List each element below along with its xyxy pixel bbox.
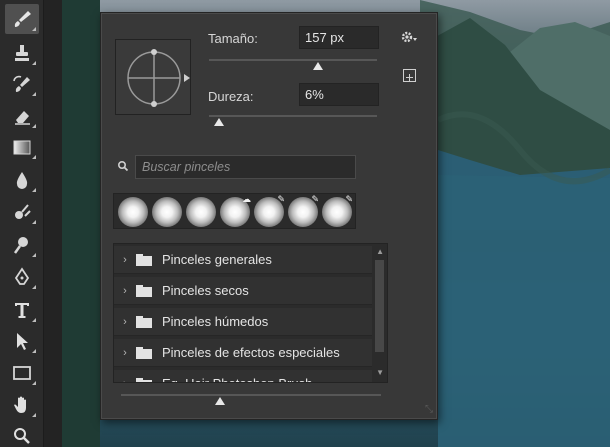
chevron-right-icon[interactable]: ›: [114, 347, 136, 359]
size-slider-track[interactable]: [209, 59, 377, 61]
hardness-slider-thumb[interactable]: [214, 118, 225, 126]
folder-name: Pinceles secos: [162, 283, 249, 298]
new-preset-icon[interactable]: [403, 69, 416, 82]
dodge-icon: [15, 204, 31, 219]
brush-tip[interactable]: ✎: [322, 194, 353, 227]
brush-tip-badge-icon: ✎: [345, 194, 353, 204]
submenu-corner-icon: [32, 381, 36, 385]
size-input[interactable]: 157 px: [299, 26, 379, 49]
brush-tip[interactable]: [118, 197, 148, 227]
history-brush-icon: [13, 75, 30, 92]
brush-tip-badge-icon: ✎: [311, 194, 319, 204]
rectangle-tool[interactable]: [5, 358, 39, 388]
drop-icon: [16, 172, 28, 189]
arrow-icon: [17, 333, 28, 350]
submenu-corner-icon: [32, 349, 36, 353]
submenu-corner-icon: [32, 61, 36, 65]
history-brush-tool[interactable]: [5, 69, 39, 99]
hardness-input[interactable]: 6%: [299, 83, 379, 106]
brush-folder-list: › Pinceles generales › Pinceles secos › Pince…: [113, 243, 388, 383]
hand-tool[interactable]: [5, 390, 39, 420]
scroll-down-icon[interactable]: ▼: [376, 368, 384, 377]
brush-icon: [14, 11, 31, 27]
brush-search-input[interactable]: Buscar pinceles: [135, 155, 356, 179]
clone-stamp-tool[interactable]: [5, 38, 39, 68]
hardness-label: Dureza:: [208, 89, 254, 104]
preview-size-slider-thumb[interactable]: [214, 397, 225, 405]
brush-folder-row[interactable]: › Pinceles secos: [114, 277, 372, 305]
scroll-up-icon[interactable]: ▲: [376, 247, 384, 256]
submenu-corner-icon: [32, 220, 36, 224]
folder-icon: [136, 315, 152, 328]
brush-preset-panel: Tamaño: 157 px Dureza: 6% Buscar pincele…: [100, 12, 438, 420]
chevron-right-icon[interactable]: ›: [114, 378, 136, 383]
size-label: Tamaño:: [208, 31, 258, 46]
magnifier-icon: [13, 237, 28, 254]
hardness-slider-track[interactable]: [209, 115, 377, 117]
toolbar-edge-strip: [44, 0, 62, 447]
brush-tip[interactable]: [152, 197, 182, 227]
recent-brush-tips: ☁ ✎ ✎ ✎: [113, 193, 356, 229]
submenu-corner-icon: [32, 318, 36, 322]
type-icon: [15, 303, 29, 318]
folder-icon: [136, 377, 152, 382]
zoom-tool[interactable]: [5, 230, 39, 260]
stamp-icon: [15, 45, 29, 61]
folder-name: Pinceles húmedos: [162, 314, 269, 329]
zoom-view-tool[interactable]: [5, 421, 39, 447]
gradient-tool[interactable]: [5, 132, 39, 162]
brush-folder-row[interactable]: › Pinceles húmedos: [114, 308, 372, 336]
eraser-icon: [15, 111, 30, 125]
search-icon: [117, 159, 129, 177]
pen-icon: [14, 267, 30, 285]
brush-tip[interactable]: [186, 197, 216, 227]
brush-tip[interactable]: ☁: [220, 194, 251, 227]
blur-tool[interactable]: [5, 165, 39, 195]
resize-grip-icon[interactable]: ⤡: [425, 404, 433, 415]
path-selection-tool[interactable]: [5, 326, 39, 356]
folder-name: Pinceles de efectos especiales: [162, 345, 340, 360]
brush-tip-badge-icon: ✎: [277, 194, 285, 204]
size-slider-thumb[interactable]: [313, 62, 324, 70]
chevron-right-icon[interactable]: ›: [114, 285, 136, 297]
dodge-tool[interactable]: [5, 197, 39, 227]
eraser-tool[interactable]: [5, 101, 39, 131]
submenu-corner-icon: [32, 155, 36, 159]
submenu-corner-icon: [32, 413, 36, 417]
gradient-icon: [13, 140, 31, 155]
brush-angle-preview[interactable]: [115, 39, 191, 115]
brush-tip[interactable]: ✎: [254, 194, 285, 227]
brush-folder-row[interactable]: › Pinceles generales: [114, 246, 372, 274]
folder-icon: [136, 346, 152, 359]
submenu-corner-icon: [32, 285, 36, 289]
tools-panel: [0, 0, 62, 447]
chevron-right-icon[interactable]: ›: [114, 254, 136, 266]
submenu-corner-icon: [32, 188, 36, 192]
submenu-corner-icon: [32, 92, 36, 96]
preview-size-slider-track[interactable]: [121, 394, 381, 396]
submenu-corner-icon: [32, 27, 36, 31]
type-tool[interactable]: [5, 295, 39, 325]
brush-folder-row[interactable]: › Pinceles de efectos especiales: [114, 339, 372, 367]
pen-tool[interactable]: [5, 262, 39, 292]
folder-name: Eq. Hair Photoshop Brush: [162, 376, 312, 382]
folder-icon: [136, 253, 152, 266]
search-icon: [14, 428, 30, 444]
submenu-corner-icon: [32, 124, 36, 128]
brush-tool[interactable]: [5, 4, 39, 34]
chevron-right-icon[interactable]: ›: [114, 316, 136, 328]
list-scrollbar[interactable]: [375, 260, 384, 352]
hand-icon: [14, 396, 26, 413]
submenu-corner-icon: [32, 253, 36, 257]
brush-tip[interactable]: ✎: [288, 194, 319, 227]
rectangle-icon: [13, 366, 31, 380]
brush-folder-row[interactable]: › Eq. Hair Photoshop Brush: [114, 370, 372, 383]
brush-tip-badge-icon: ☁: [242, 194, 251, 204]
folder-icon: [136, 284, 152, 297]
settings-gear-icon[interactable]: [401, 30, 419, 49]
folder-name: Pinceles generales: [162, 252, 272, 267]
